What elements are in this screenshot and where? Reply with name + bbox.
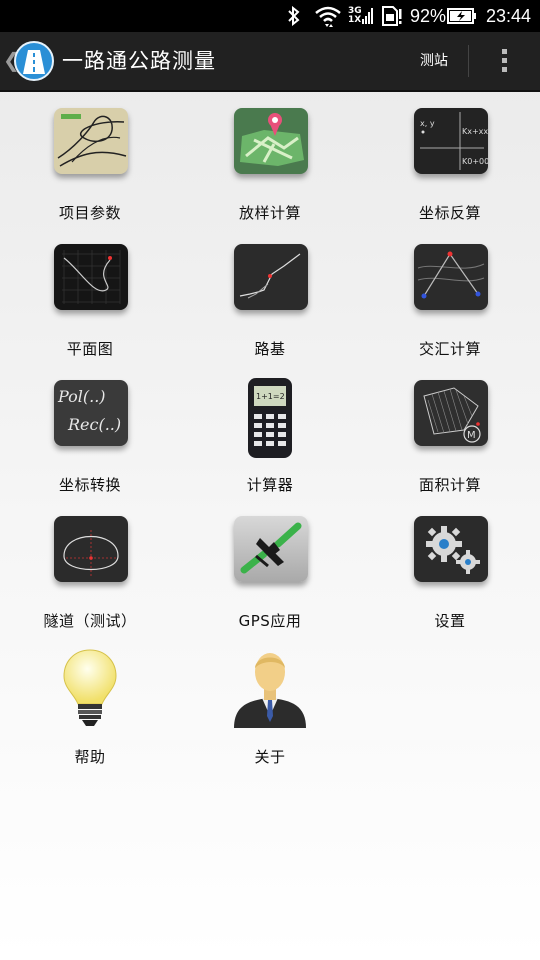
tile-text-kx: Kx+xx xyxy=(462,127,488,136)
grid-item-label: 项目参数 xyxy=(58,204,121,222)
plan-curve-icon xyxy=(54,244,128,310)
grid-item-plan[interactable]: 平面图 xyxy=(0,228,180,364)
grid-item-label: 设置 xyxy=(434,612,466,630)
area-polygon-icon: M xyxy=(414,380,488,446)
status-bar: 3G 1X 92% 23:44 xyxy=(0,0,540,32)
grid-item-label: 放样计算 xyxy=(238,204,301,222)
grid-item-coord-convert[interactable]: Pol(..) Rec(..) 坐标转换 xyxy=(0,364,180,500)
profile-line-icon xyxy=(234,244,308,310)
grid-item-project-params[interactable]: 项目参数 xyxy=(0,92,180,228)
highway-interchange-icon xyxy=(54,108,128,174)
grid-item-label: 坐标转换 xyxy=(58,476,121,494)
intersection-icon xyxy=(414,244,488,310)
grid-item-label: 坐标反算 xyxy=(418,204,481,222)
grid-item-label: 平面图 xyxy=(66,340,114,358)
grid-item-label: 计算器 xyxy=(246,476,294,494)
grid-item-label: 交汇计算 xyxy=(418,340,481,358)
gears-icon xyxy=(414,516,488,582)
grid-item-intersection[interactable]: 交汇计算 xyxy=(360,228,540,364)
grid-item-gps[interactable]: GPS应用 xyxy=(180,500,360,636)
grid-item-help[interactable]: 帮助 xyxy=(0,636,180,772)
grid-item-area[interactable]: M 面积计算 xyxy=(360,364,540,500)
tile-text-k0: K0+00 xyxy=(462,157,488,166)
grid-item-subgrade[interactable]: 路基 xyxy=(180,228,360,364)
signal-bars-icon xyxy=(361,8,373,24)
grid-item-label: 路基 xyxy=(254,340,286,358)
tile-text-pol: Pol(..) xyxy=(57,387,106,406)
coordinate-axes-icon: x, y Kx+xx K0+00 xyxy=(414,108,488,174)
grid-item-calculator[interactable]: 1+1=2 计算器 xyxy=(180,364,360,500)
grid-item-label: 帮助 xyxy=(74,748,106,766)
tile-text-rec: Rec(..) xyxy=(67,415,121,434)
signal-indicator: 3G 1X xyxy=(348,0,374,32)
grid-item-label: 面积计算 xyxy=(418,476,481,494)
lightbulb-icon xyxy=(40,644,140,732)
calculator-screen-text: 1+1=2 xyxy=(256,392,285,401)
tunnel-section-icon xyxy=(54,516,128,582)
calculator-icon: 1+1=2 xyxy=(220,372,320,460)
tile-text-xy: x, y xyxy=(420,119,435,128)
grid-item-stakeout[interactable]: 放样计算 xyxy=(180,92,360,228)
grid-item-about[interactable]: 关于 xyxy=(180,636,360,772)
grid-item-inverse-coords[interactable]: x, y Kx+xx K0+00 坐标反算 xyxy=(360,92,540,228)
battery-percent: 92% xyxy=(410,5,447,26)
action-bar: ❮ 一路通公路测量 测站 xyxy=(0,32,540,92)
grid-item-label: GPS应用 xyxy=(238,612,302,630)
sim-card-icon xyxy=(381,0,403,32)
action-divider xyxy=(468,45,469,77)
app-title: 一路通公路测量 xyxy=(62,49,216,73)
pol-rec-icon: Pol(..) Rec(..) xyxy=(54,380,128,446)
overflow-menu-icon[interactable] xyxy=(494,47,516,75)
app-logo-icon[interactable] xyxy=(14,41,54,81)
grid-item-label: 隧道（测试） xyxy=(43,612,137,630)
tile-text-m: M xyxy=(467,430,476,441)
station-button[interactable]: 测站 xyxy=(408,32,460,90)
satellite-icon xyxy=(234,516,308,582)
network-type-bottom: 1X xyxy=(348,15,362,25)
map-pin-icon xyxy=(234,108,308,174)
clock: 23:44 xyxy=(486,5,532,26)
wifi-icon xyxy=(314,0,342,32)
battery-charging-icon xyxy=(447,0,477,32)
grid-item-settings[interactable]: 设置 xyxy=(360,500,540,636)
person-icon xyxy=(220,644,320,732)
grid-item-label: 关于 xyxy=(254,748,286,766)
grid-item-tunnel[interactable]: 隧道（测试） xyxy=(0,500,180,636)
bluetooth-icon xyxy=(287,0,301,32)
